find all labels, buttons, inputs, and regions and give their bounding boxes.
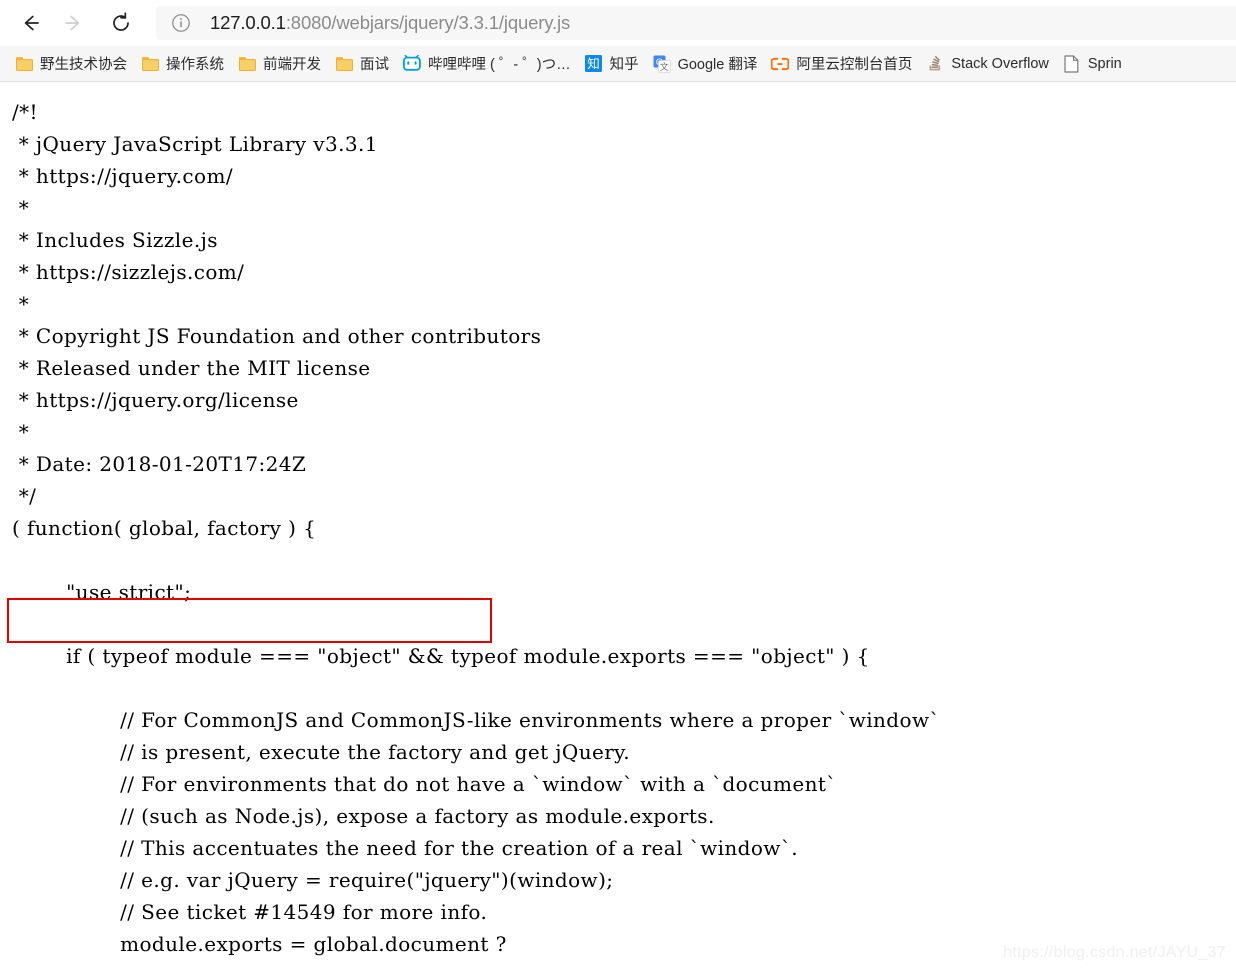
svg-text:知: 知 bbox=[587, 57, 600, 71]
svg-text:文: 文 bbox=[659, 61, 668, 72]
bookmark-label: 操作系统 bbox=[166, 57, 224, 73]
page-content-area: /*! * jQuery JavaScript Library v3.3.1 *… bbox=[0, 82, 1236, 972]
url-path: :8080/webjars/jquery/3.3.1/jquery.js bbox=[285, 12, 571, 33]
source-code-text: /*! * jQuery JavaScript Library v3.3.1 *… bbox=[12, 100, 940, 956]
bookmarks-bar: 野生技术协会 操作系统 前端开发 面试 哔哩哔哩 ( ゜- ゜)つ… 知 知乎 … bbox=[0, 46, 1236, 82]
bookmark-item-1[interactable]: 操作系统 bbox=[134, 50, 231, 78]
url-host: 127.0.0.1 bbox=[210, 12, 286, 33]
reload-button[interactable] bbox=[100, 2, 142, 44]
google-translate-icon: G 文 bbox=[653, 55, 671, 73]
bookmark-item-2[interactable]: 前端开发 bbox=[231, 50, 328, 78]
bilibili-icon bbox=[403, 55, 421, 73]
url-text[interactable]: 127.0.0.1:8080/webjars/jquery/3.3.1/jque… bbox=[210, 12, 570, 34]
bookmark-item-3[interactable]: 面试 bbox=[328, 50, 396, 78]
bookmark-item-5[interactable]: 知 知乎 bbox=[578, 50, 646, 78]
bookmark-item-8[interactable]: Stack Overflow bbox=[919, 50, 1056, 78]
aliyun-glyph bbox=[771, 57, 790, 70]
zhihu-glyph: 知 bbox=[585, 55, 603, 72]
bookmark-item-4[interactable]: 哔哩哔哩 ( ゜- ゜)つ… bbox=[396, 50, 578, 78]
bookmark-label: 知乎 bbox=[609, 57, 639, 73]
aliyun-icon bbox=[771, 55, 790, 73]
info-circle-glyph bbox=[172, 14, 190, 32]
back-arrow-icon bbox=[24, 15, 39, 31]
stackoverflow-glyph bbox=[929, 56, 941, 71]
forward-button[interactable] bbox=[52, 2, 94, 44]
bookmark-label: 前端开发 bbox=[263, 57, 321, 73]
address-bar[interactable]: 127.0.0.1:8080/webjars/jquery/3.3.1/jque… bbox=[156, 6, 1236, 40]
info-circle-icon[interactable] bbox=[170, 12, 192, 34]
bilibili-glyph bbox=[403, 55, 421, 71]
bookmark-item-6[interactable]: G 文 Google 翻译 bbox=[646, 50, 765, 78]
folder-icon bbox=[15, 55, 33, 73]
zhihu-icon: 知 bbox=[585, 55, 603, 73]
bookmark-item-9[interactable]: Sprin bbox=[1056, 50, 1129, 78]
bookmark-label: 阿里云控制台首页 bbox=[796, 57, 913, 73]
bookmark-label: 野生技术协会 bbox=[40, 57, 127, 73]
watermark-text: https://blog.csdn.net/JAYU_37 bbox=[1003, 944, 1226, 961]
google-translate-glyph: G 文 bbox=[653, 55, 671, 73]
stackoverflow-icon bbox=[926, 55, 944, 73]
forward-arrow-icon bbox=[65, 15, 80, 31]
bookmark-label: Google 翻译 bbox=[677, 57, 758, 73]
reload-icon bbox=[113, 12, 129, 31]
folder-icon bbox=[141, 55, 159, 73]
bookmark-label: Sprin bbox=[1087, 55, 1122, 72]
bookmark-label: 哔哩哔哩 ( ゜- ゜)つ… bbox=[428, 57, 571, 73]
back-button[interactable] bbox=[10, 2, 52, 44]
bookmark-label: Stack Overflow bbox=[951, 55, 1049, 72]
page-glyph bbox=[1064, 54, 1079, 73]
bookmark-label: 面试 bbox=[360, 57, 389, 73]
folder-icon bbox=[335, 55, 353, 73]
browser-toolbar: 127.0.0.1:8080/webjars/jquery/3.3.1/jque… bbox=[0, 0, 1236, 46]
page-icon bbox=[1063, 54, 1081, 73]
bookmark-item-7[interactable]: 阿里云控制台首页 bbox=[764, 50, 919, 78]
bookmark-item-0[interactable]: 野生技术协会 bbox=[8, 50, 134, 78]
folder-icon bbox=[238, 55, 256, 73]
